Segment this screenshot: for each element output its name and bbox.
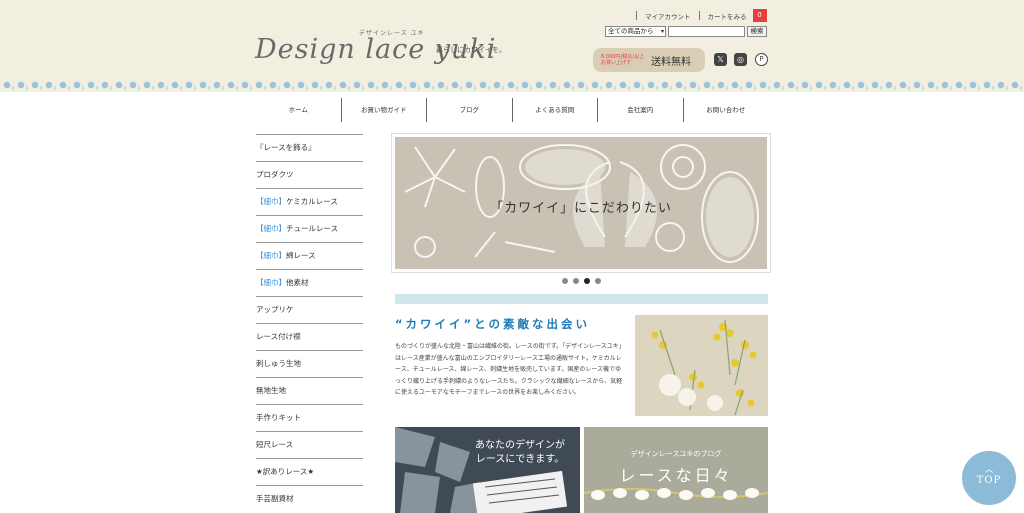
decorative-band bbox=[395, 294, 768, 304]
instagram-icon[interactable]: ◎ bbox=[734, 53, 747, 66]
view-cart-link[interactable]: カートをみる bbox=[708, 11, 747, 21]
blog-banner-subtitle: デザインレースユキのブログ bbox=[630, 450, 722, 458]
global-nav: ホーム お買い物ガイド ブログ よくある質問 会社案内 お問い合わせ bbox=[256, 98, 768, 122]
category-select[interactable]: 全ての商品から bbox=[605, 26, 666, 37]
sidebar-item[interactable]: 【細巾】綿レース bbox=[256, 242, 363, 269]
sidebar-item[interactable]: 無地生地 bbox=[256, 377, 363, 404]
sidebar-item-label: プロダクツ bbox=[256, 170, 294, 179]
site-header bbox=[0, 0, 1024, 84]
back-to-top-label: TOP bbox=[976, 475, 1002, 486]
nav-blog[interactable]: ブログ bbox=[427, 98, 513, 122]
sidebar-item-prefix: 【細巾】 bbox=[256, 278, 286, 287]
slider-dot[interactable] bbox=[573, 278, 579, 284]
sidebar-item-label: 手作りキット bbox=[256, 413, 301, 422]
sidebar-item-label: ケミカルレース bbox=[286, 197, 338, 206]
sidebar-item-prefix: 【細巾】 bbox=[256, 224, 286, 233]
sidebar-item[interactable]: アップリケ bbox=[256, 296, 363, 323]
sidebar-item-label: 短尺レース bbox=[256, 440, 294, 449]
sidebar-item-label: アップリケ bbox=[256, 305, 294, 314]
sidebar-item[interactable]: 手作りキット bbox=[256, 404, 363, 431]
sidebar-item-label: チュールレース bbox=[286, 224, 339, 233]
nav-company[interactable]: 会社案内 bbox=[598, 98, 684, 122]
chevron-up-icon: ︿ bbox=[984, 465, 994, 475]
nav-faq[interactable]: よくある質問 bbox=[513, 98, 598, 122]
hero-slide-image: 「カワイイ」にこだわりたい bbox=[395, 137, 767, 269]
intro-title: “カワイイ”との素敵な出会い bbox=[395, 317, 590, 331]
divider bbox=[698, 11, 700, 20]
sidebar-item[interactable]: 短尺レース bbox=[256, 431, 363, 458]
sidebar-item-label: 『レースを飾る』 bbox=[256, 143, 316, 152]
banner-design-line2: レースにできます。 bbox=[475, 454, 565, 465]
blog-banner-title: レースな日々 bbox=[619, 466, 733, 485]
nav-shopping-guide[interactable]: お買い物ガイド bbox=[342, 98, 427, 122]
slider-dot[interactable] bbox=[595, 278, 601, 284]
sidebar-item[interactable]: 手芸副資材 bbox=[256, 485, 363, 512]
site-tagline: 暮らしにカワイイを。 bbox=[436, 46, 506, 54]
sidebar-item-label: 手芸副資材 bbox=[256, 494, 294, 503]
divider bbox=[636, 11, 637, 20]
lace-border-decoration bbox=[0, 78, 1024, 92]
nav-home[interactable]: ホーム bbox=[256, 98, 342, 122]
top-utility-nav: マイアカウント カートをみる 0 bbox=[628, 9, 767, 22]
x-icon[interactable]: 𝕏 bbox=[714, 53, 727, 66]
sidebar-item-label: ★訳ありレース★ bbox=[256, 467, 315, 476]
shipping-condition: 6,000円(税込)以上お買い上げで bbox=[601, 54, 645, 66]
cart-count-badge[interactable]: 0 bbox=[752, 9, 767, 22]
custom-design-banner[interactable]: あなたのデザインが レースにできます。 bbox=[395, 427, 580, 513]
sidebar-item[interactable]: ★訳ありレース★ bbox=[256, 458, 363, 485]
slide-caption: 「カワイイ」にこだわりたい bbox=[490, 201, 672, 216]
sidebar-item[interactable]: レース付け襟 bbox=[256, 323, 363, 350]
category-sidebar: 『レースを飾る』 プロダクツ 【細巾】ケミカルレース 【細巾】チュールレース 【… bbox=[256, 134, 363, 512]
sidebar-item[interactable]: 【細巾】チュールレース bbox=[256, 215, 363, 242]
slider-dot[interactable] bbox=[562, 278, 568, 284]
banner-design-line1: あなたのデザインが bbox=[475, 440, 565, 451]
nav-contact[interactable]: お問い合わせ bbox=[684, 98, 769, 122]
banner-design-text: あなたのデザインが レースにできます。 bbox=[475, 439, 565, 467]
search-bar: 全ての商品から 検索 bbox=[605, 26, 767, 37]
free-shipping-badge: 6,000円(税込)以上お買い上げで 送料無料 bbox=[593, 48, 705, 72]
sidebar-item-label: 綿レース bbox=[286, 251, 316, 260]
sidebar-item-label: 無地生地 bbox=[256, 386, 286, 395]
mimosa-embroidery-image bbox=[635, 315, 768, 416]
embroidery-illustration bbox=[635, 315, 768, 416]
blog-banner[interactable]: デザインレースユキのブログ レースな日々 bbox=[584, 427, 768, 513]
sidebar-item[interactable]: プロダクツ bbox=[256, 161, 363, 188]
slider-dot-active[interactable] bbox=[584, 278, 590, 284]
sidebar-item-label: レース付け襟 bbox=[256, 332, 301, 341]
sidebar-item-label: 刺しゅう生地 bbox=[256, 359, 301, 368]
sidebar-item[interactable]: 刺しゅう生地 bbox=[256, 350, 363, 377]
sidebar-item[interactable]: 【細巾】他素材 bbox=[256, 269, 363, 296]
intro-text: ものづくりが盛んな北陸・富山は繊維の街。レースの街です。「デザインレースユキ」は… bbox=[395, 343, 625, 396]
sidebar-item-prefix: 【細巾】 bbox=[256, 251, 286, 260]
back-to-top-button[interactable]: ︿ TOP bbox=[962, 451, 1016, 505]
shipping-label: 送料無料 bbox=[651, 56, 691, 68]
my-account-link[interactable]: マイアカウント bbox=[645, 11, 691, 21]
search-button[interactable]: 検索 bbox=[747, 26, 767, 37]
pinterest-icon[interactable]: P bbox=[755, 53, 768, 66]
site-logo[interactable]: デザインレース ユキ Design lace yuki bbox=[255, 22, 495, 72]
sidebar-item[interactable]: 『レースを飾る』 bbox=[256, 134, 363, 161]
slider-pagination bbox=[562, 278, 601, 284]
search-input[interactable] bbox=[668, 26, 745, 37]
sidebar-item[interactable]: 【細巾】ケミカルレース bbox=[256, 188, 363, 215]
sidebar-item-label: 他素材 bbox=[286, 278, 309, 287]
hero-slider[interactable]: 「カワイイ」にこだわりたい bbox=[391, 133, 771, 273]
sidebar-item-prefix: 【細巾】 bbox=[256, 197, 286, 206]
